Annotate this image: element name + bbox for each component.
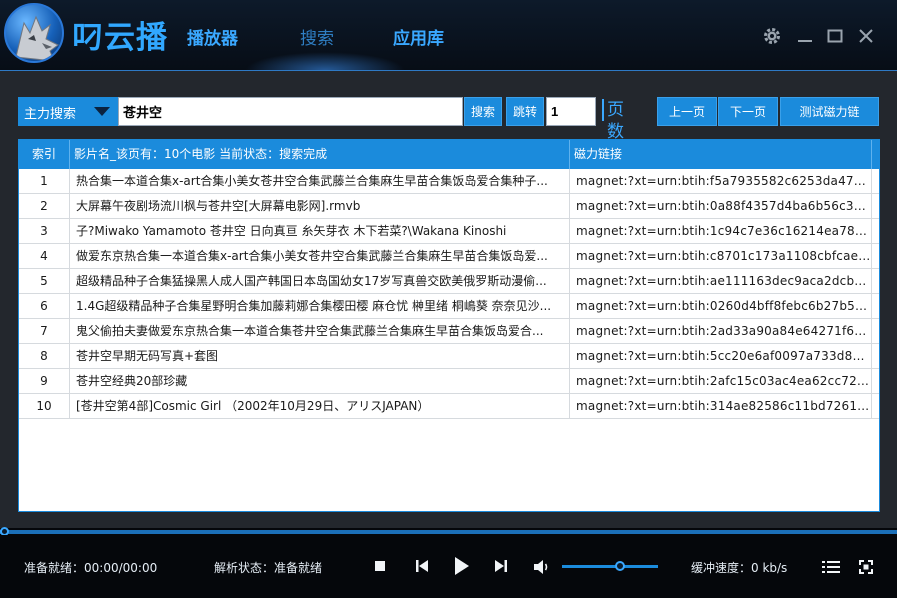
table-row[interactable]: 6 1.4G超级精品种子合集星野明合集加藤莉娜合集樱田樱 麻仓忧 榊里绪 桐嶋葵…	[19, 294, 879, 319]
cell-magnet: magnet:?xt=urn:btih:2ad33a90a84e64271f67…	[570, 319, 872, 344]
page-number-input[interactable]	[546, 97, 596, 126]
cell-magnet: magnet:?xt=urn:btih:1c94c7e36c16214ea78e…	[570, 219, 872, 244]
search-mode-select[interactable]: 主力搜索	[18, 97, 118, 126]
cell-name: 超级精品种子合集猛操黑人成人国产韩国日本岛国幼女17岁写真兽交欧美俄罗斯动漫偷.…	[70, 269, 570, 294]
volume-icon[interactable]	[533, 559, 551, 575]
table-row[interactable]: 2 大屏幕午夜剧场流川枫与苍井空[大屏幕电影网].rmvb magnet:?xt…	[19, 194, 879, 219]
play-icon[interactable]	[453, 555, 471, 577]
table-row[interactable]: 5 超级精品种子合集猛操黑人成人国产韩国日本岛国幼女17岁写真兽交欧美俄罗斯动漫…	[19, 269, 879, 294]
cell-magnet: magnet:?xt=urn:btih:0260d4bff8febc6b27b5…	[570, 294, 872, 319]
cell-name: 热合集一本道合集x-art合集小美女苍井空合集武藤兰合集麻生早苗合集饭岛爱合集种…	[70, 169, 570, 194]
table-row[interactable]: 9 苍井空经典20部珍藏 magnet:?xt=urn:btih:2afc15c…	[19, 369, 879, 394]
search-panel: 主力搜索 搜索 跳转 页数 上一页 下一页 测试磁力链 索引 影片名_该页有：1…	[0, 70, 897, 528]
table-row[interactable]: 3 子?Miwako Yamamoto 苍井空 日向真亘 糸矢芽衣 木下若菜?\…	[19, 219, 879, 244]
cell-name: 鬼父偷拍夫妻做爱东京热合集一本道合集苍井空合集武藤兰合集麻生早苗合集饭岛爱合..…	[70, 319, 570, 344]
cell-magnet: magnet:?xt=urn:btih:c8701c173a1108cbfcae…	[570, 244, 872, 269]
page-label: 页数	[602, 99, 624, 142]
cell-name: 苍井空经典20部珍藏	[70, 369, 570, 394]
stop-icon[interactable]	[374, 560, 386, 572]
cell-name: 苍井空早期无码写真+套图	[70, 344, 570, 369]
table-row[interactable]: 4 做爱东京热合集一本道合集x-art合集小美女苍井空合集武藤兰合集麻生早苗合集…	[19, 244, 879, 269]
jump-button[interactable]: 跳转	[506, 97, 544, 126]
volume-slider[interactable]	[562, 561, 658, 571]
cell-name: 大屏幕午夜剧场流川枫与苍井空[大屏幕电影网].rmvb	[70, 194, 570, 219]
maximize-icon[interactable]	[825, 26, 845, 46]
cell-index: 3	[19, 219, 70, 244]
cell-name: 子?Miwako Yamamoto 苍井空 日向真亘 糸矢芽衣 木下若菜?\Wa…	[70, 219, 570, 244]
player-controls: 准备就绪：00:00/00:00 解析状态：准备就绪 缓冲速度：0 kb/s	[0, 535, 897, 598]
cell-index: 4	[19, 244, 70, 269]
table-row[interactable]: 7 鬼父偷拍夫妻做爱东京热合集一本道合集苍井空合集武藤兰合集麻生早苗合集饭岛爱合…	[19, 319, 879, 344]
header-index[interactable]: 索引	[19, 140, 70, 169]
wolf-logo-icon	[4, 3, 64, 63]
cell-magnet: magnet:?xt=urn:btih:5cc20e6af0097a733d87…	[570, 344, 872, 369]
active-tab-glow	[245, 52, 405, 70]
results-table: 索引 影片名_该页有：10个电影 当前状态：搜索完成 磁力链接 1 热合集一本道…	[18, 139, 880, 512]
table-row[interactable]: 8 苍井空早期无码写真+套图 magnet:?xt=urn:btih:5cc20…	[19, 344, 879, 369]
table-row[interactable]: 10 [苍井空第4部]Cosmic Girl （2002年10月29日、アリスJ…	[19, 394, 879, 419]
dropdown-arrow-icon	[94, 107, 110, 116]
settings-gear-icon[interactable]	[762, 26, 782, 46]
cell-magnet: magnet:?xt=urn:btih:ae111163dec9aca2dcb4…	[570, 269, 872, 294]
cell-index: 8	[19, 344, 70, 369]
next-icon[interactable]	[493, 558, 509, 574]
search-mode-label: 主力搜索	[24, 107, 77, 122]
previous-icon[interactable]	[414, 558, 430, 574]
cell-index: 9	[19, 369, 70, 394]
cell-index: 10	[19, 394, 70, 419]
cell-name: 做爱东京热合集一本道合集x-art合集小美女苍井空合集武藤兰合集麻生早苗合集饭岛…	[70, 244, 570, 269]
cell-magnet: magnet:?xt=urn:btih:2afc15c03ac4ea62cc72…	[570, 369, 872, 394]
next-page-button[interactable]: 下一页	[718, 97, 778, 126]
minimize-icon[interactable]	[795, 26, 815, 46]
nav-player[interactable]: 播放器	[187, 24, 238, 49]
playlist-icon[interactable]	[822, 560, 840, 574]
prev-page-button[interactable]: 上一页	[657, 97, 717, 126]
volume-handle[interactable]	[614, 561, 625, 571]
nav-search[interactable]: 搜索	[300, 24, 334, 49]
cell-index: 6	[19, 294, 70, 319]
cell-index: 5	[19, 269, 70, 294]
fullscreen-icon[interactable]	[859, 560, 873, 574]
test-magnet-button[interactable]: 测试磁力链	[780, 97, 879, 126]
search-button[interactable]: 搜索	[464, 97, 502, 126]
table-header: 索引 影片名_该页有：10个电影 当前状态：搜索完成 磁力链接	[19, 140, 879, 169]
buffer-speed: 缓冲速度：0 kb/s	[691, 561, 788, 575]
close-icon[interactable]	[856, 26, 876, 46]
table-body: 1 热合集一本道合集x-art合集小美女苍井空合集武藤兰合集麻生早苗合集饭岛爱合…	[19, 169, 879, 419]
cell-magnet: magnet:?xt=urn:btih:f5a7935582c6253da473…	[570, 169, 872, 194]
cell-name: 1.4G超级精品种子合集星野明合集加藤莉娜合集樱田樱 麻仓忧 榊里绪 桐嶋葵 奈…	[70, 294, 570, 319]
cell-magnet: magnet:?xt=urn:btih:314ae82586c11bd7261e…	[570, 394, 872, 419]
header-name[interactable]: 影片名_该页有：10个电影 当前状态：搜索完成	[70, 140, 570, 169]
table-row[interactable]: 1 热合集一本道合集x-art合集小美女苍井空合集武藤兰合集麻生早苗合集饭岛爱合…	[19, 169, 879, 194]
app-name: 叼云播	[72, 20, 168, 56]
nav-apps[interactable]: 应用库	[393, 24, 444, 49]
cell-index: 7	[19, 319, 70, 344]
parse-status: 解析状态：准备就绪	[214, 561, 323, 575]
title-bar: 叼云播 播放器 搜索 应用库	[0, 0, 897, 70]
cell-name: [苍井空第4部]Cosmic Girl （2002年10月29日、アリスJAPA…	[70, 394, 570, 419]
playback-status: 准备就绪：00:00/00:00	[24, 561, 158, 575]
cell-index: 1	[19, 169, 70, 194]
seek-bar[interactable]	[0, 527, 897, 536]
header-magnet[interactable]: 磁力链接	[570, 140, 872, 169]
search-input[interactable]	[118, 97, 463, 126]
cell-index: 2	[19, 194, 70, 219]
cell-magnet: magnet:?xt=urn:btih:0a88f4357d4ba6b56c36…	[570, 194, 872, 219]
